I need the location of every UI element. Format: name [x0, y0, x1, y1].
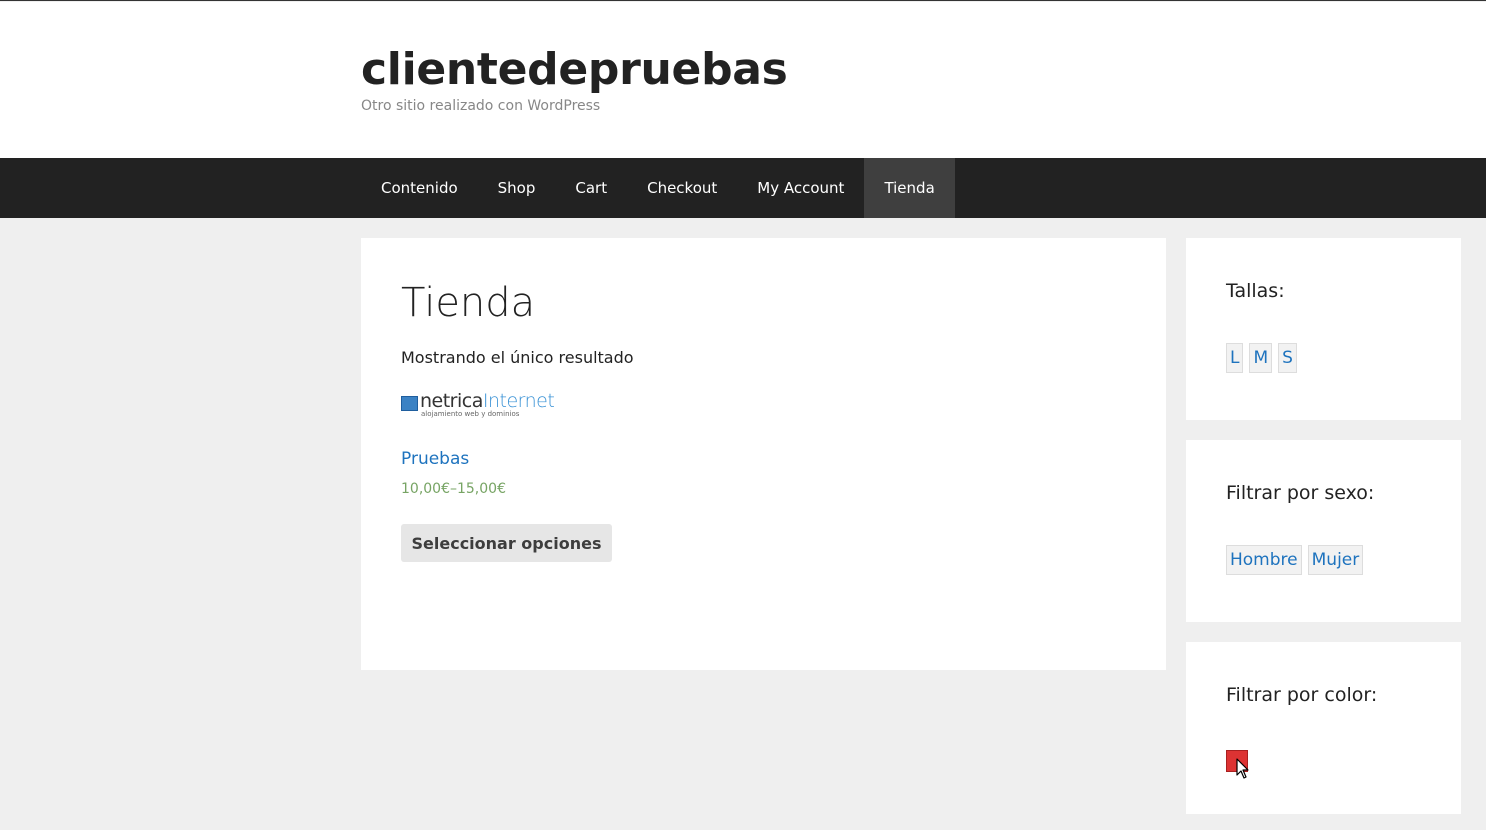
product-image[interactable]: netricaInternet alojamiento web y domini…	[401, 390, 563, 420]
gender-term-mujer[interactable]: Mujer	[1307, 545, 1364, 575]
product-price: 10,00€–15,00€	[401, 481, 506, 497]
nav-item-shop[interactable]: Shop	[478, 158, 556, 218]
nav-item-contenido[interactable]: Contenido	[361, 158, 478, 218]
nav-item-cart[interactable]: Cart	[555, 158, 627, 218]
sizes-widget-title: Tallas:	[1226, 280, 1285, 302]
product-image-logo-text: netricaInternet	[420, 390, 555, 412]
logo-subtext: alojamiento web y dominios	[421, 410, 520, 418]
size-term-l[interactable]: L	[1226, 343, 1244, 373]
nav-item-checkout[interactable]: Checkout	[627, 158, 737, 218]
logo-text-dark: netrica	[420, 390, 483, 412]
sizes-term-list: L M S	[1226, 343, 1297, 373]
size-term-m[interactable]: M	[1249, 343, 1273, 373]
color-widget: Filtrar por color:	[1186, 642, 1461, 814]
color-widget-title: Filtrar por color:	[1226, 684, 1378, 706]
site-title[interactable]: clientedepruebas	[361, 40, 788, 100]
size-term-s[interactable]: S	[1278, 343, 1297, 373]
gender-widget: Filtrar por sexo: Hombre Mujer	[1186, 440, 1461, 622]
logo-square-icon	[401, 396, 418, 411]
nav-item-tienda[interactable]: Tienda	[864, 158, 955, 218]
gender-term-list: Hombre Mujer	[1226, 545, 1364, 575]
page-title: Tienda	[401, 280, 536, 326]
gender-term-hombre[interactable]: Hombre	[1226, 545, 1302, 575]
result-count: Mostrando el único resultado	[401, 348, 634, 367]
site-tagline: Otro sitio realizado con WordPress	[361, 98, 601, 114]
main-navigation: Contenido Shop Cart Checkout My Account …	[0, 158, 1486, 218]
site-header: clientedepruebas Otro sitio realizado co…	[0, 2, 1486, 158]
sizes-widget: Tallas: L M S	[1186, 238, 1461, 420]
select-options-button[interactable]: Seleccionar opciones	[401, 524, 612, 562]
nav-item-my-account[interactable]: My Account	[737, 158, 864, 218]
mouse-cursor-icon	[1236, 758, 1249, 779]
nav-list: Contenido Shop Cart Checkout My Account …	[361, 158, 955, 218]
logo-text-light: Internet	[482, 390, 555, 412]
gender-widget-title: Filtrar por sexo:	[1226, 482, 1375, 504]
product-name-link[interactable]: Pruebas	[401, 449, 469, 469]
main-content: Tienda Mostrando el único resultado netr…	[361, 238, 1166, 670]
